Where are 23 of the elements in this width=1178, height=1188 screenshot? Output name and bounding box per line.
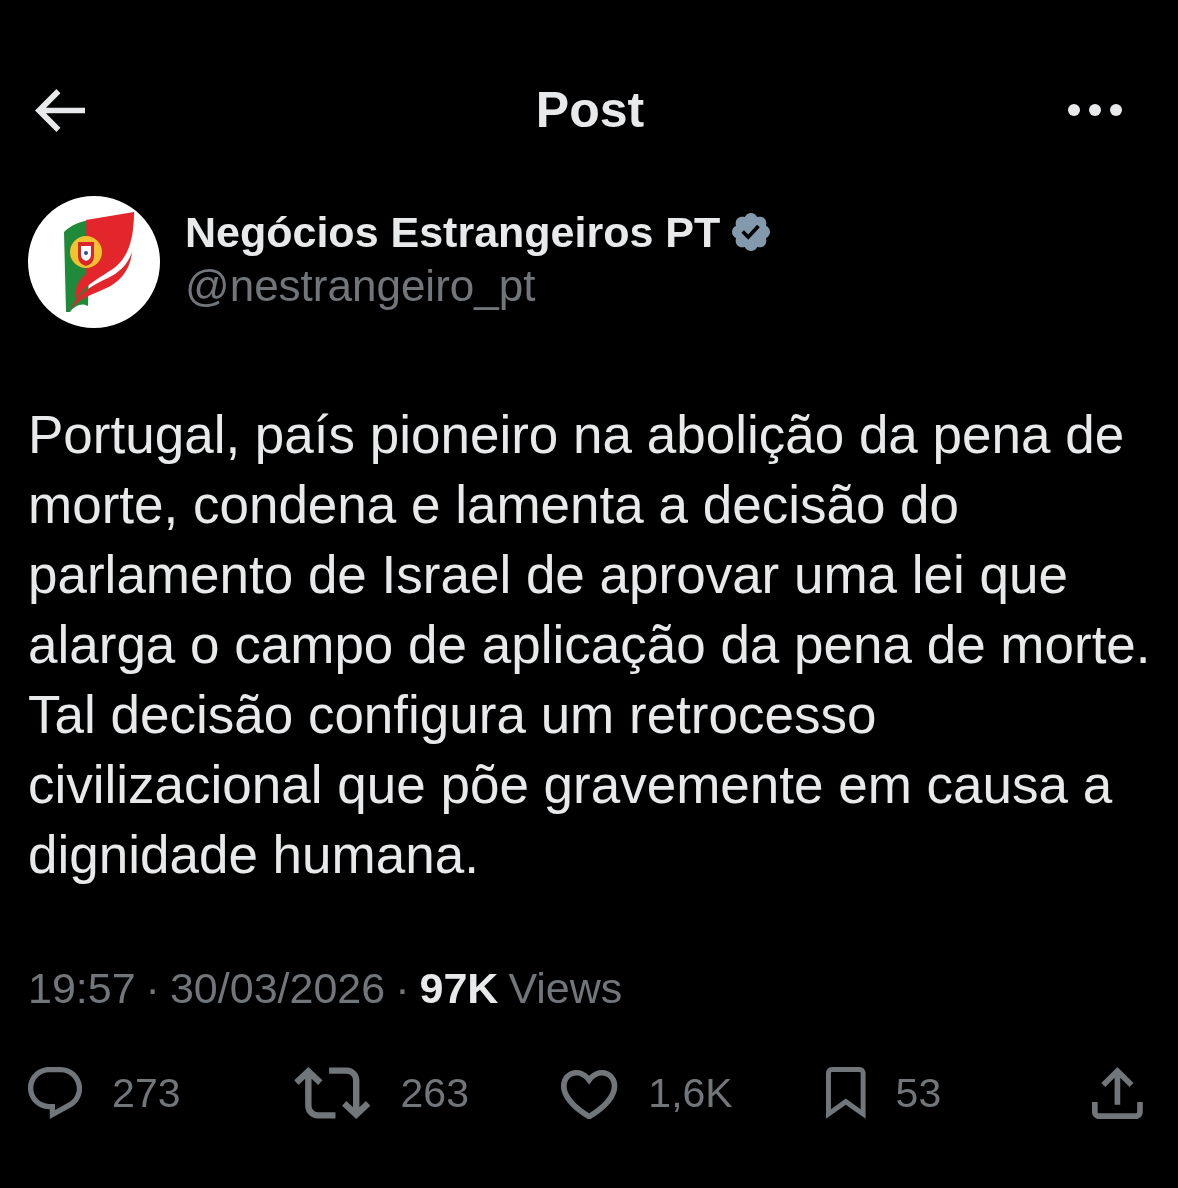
post-date: 30/03/2026 [169,964,386,1013]
post-text: Portugal, país pioneiro na abolição da pena de morte, condena e lamenta a decisão do parlamento de Israel de aprovar uma lei que alarga o campo de aplicação da pena de morte. Tal decisão configura um retrocesso civilizacional que põe gravemente em causa a dignidade humana. [28,404,1152,886]
bookmark-icon [826,1067,866,1119]
author-handle[interactable]: @nestrangeiro_pt [185,260,771,311]
share-button[interactable] [1092,1067,1143,1119]
share-icon [1092,1067,1143,1119]
author-name[interactable]: Negócios Estrangeiros PT [185,207,721,257]
views-count: 97K [419,964,499,1013]
flag-emblem-avatar-icon [28,196,160,328]
like-button[interactable]: 1,6K [560,1067,826,1119]
page-title: Post [535,81,645,139]
separator-dot: · [145,964,160,1013]
views-label: Views [508,964,623,1013]
speech-bubble-icon [28,1067,83,1119]
heart-icon [560,1067,619,1119]
reply-button[interactable]: 273 [28,1067,294,1119]
repost-arrows-icon [294,1067,371,1119]
back-arrow-icon[interactable] [35,88,85,132]
bookmark-button[interactable]: 53 [826,1067,1092,1119]
post-time: 19:57 [28,964,136,1013]
separator-dot: · [395,964,410,1013]
repost-button[interactable]: 263 [294,1067,560,1119]
more-options-icon[interactable] [1068,104,1122,116]
